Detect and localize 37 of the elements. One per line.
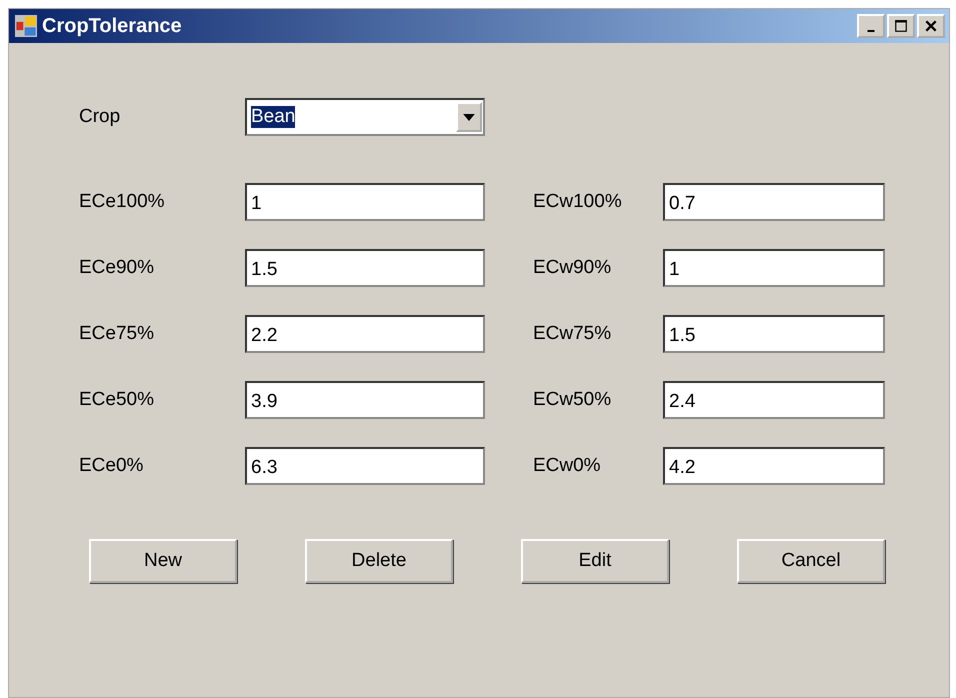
input-field[interactable]: 6.3 [245, 447, 485, 485]
field-label: ECw100% [533, 191, 623, 213]
input-field[interactable]: 1 [245, 183, 485, 221]
maximize-icon [894, 19, 908, 33]
dropdown-button[interactable] [456, 102, 482, 132]
minimize-button[interactable] [857, 14, 885, 38]
crop-label: Crop [79, 106, 122, 128]
crop-dropdown[interactable]: Bean [245, 98, 485, 136]
field-label: ECe0% [79, 455, 144, 477]
crop-value: Bean [251, 106, 296, 128]
field-label: ECw0% [533, 455, 602, 477]
input-field[interactable]: 4.2 [663, 447, 885, 485]
field-label: ECe90% [79, 257, 155, 279]
action-button[interactable]: Cancel [737, 539, 885, 583]
field-label: ECe75% [79, 323, 155, 345]
field-label: ECw75% [533, 323, 612, 345]
input-field[interactable]: 3.9 [245, 381, 485, 419]
field-label: ECw90% [533, 257, 612, 279]
minimize-icon [867, 30, 875, 32]
close-icon [924, 19, 938, 33]
caret-icon [463, 114, 475, 120]
action-button[interactable]: Delete [305, 539, 453, 583]
action-button[interactable]: Edit [521, 539, 669, 583]
field-label: ECw50% [533, 389, 612, 411]
field-label: ECe50% [79, 389, 155, 411]
form-icon [15, 15, 37, 37]
input-field[interactable]: 2.4 [663, 381, 885, 419]
input-field[interactable]: 1 [663, 249, 885, 287]
window-title: CropTolerance [42, 14, 183, 38]
maximize-button[interactable] [887, 14, 915, 38]
input-field[interactable]: 2.2 [245, 315, 485, 353]
input-field[interactable]: 0.7 [663, 183, 885, 221]
close-button[interactable] [917, 14, 945, 38]
input-field[interactable]: 1.5 [245, 249, 485, 287]
field-label: ECe100% [79, 191, 166, 213]
action-button[interactable]: New [89, 539, 237, 583]
input-field[interactable]: 1.5 [663, 315, 885, 353]
